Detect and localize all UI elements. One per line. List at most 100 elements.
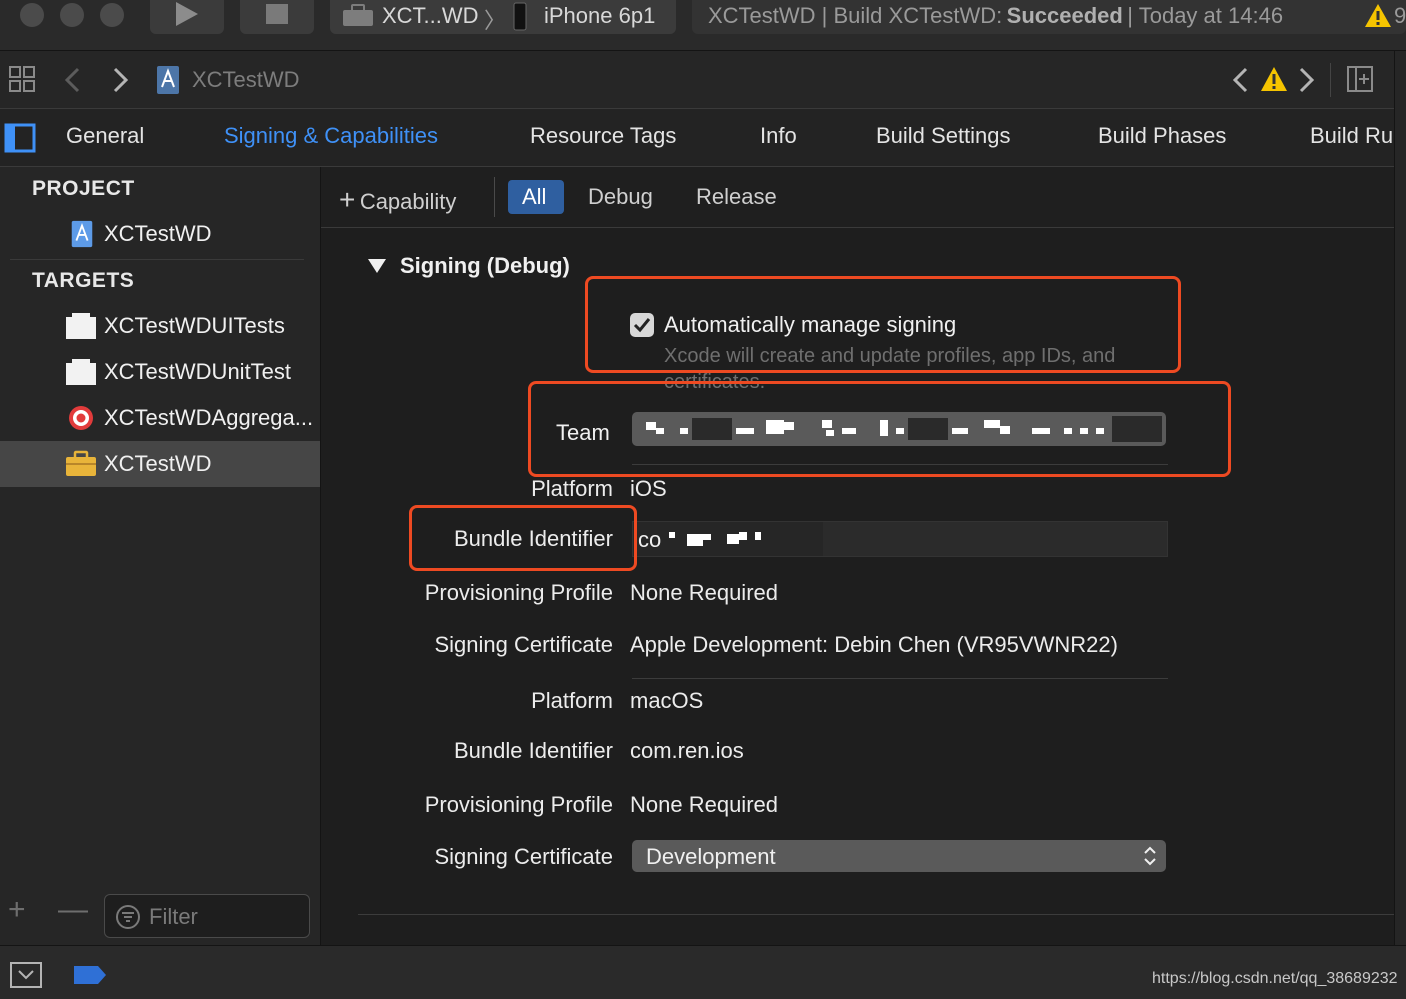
run-button[interactable]	[150, 0, 224, 34]
project-target-sidebar: PROJECT XCTestWD TARGETS XCTestWDUITests…	[0, 167, 321, 945]
sidebar-item-target[interactable]: XCTestWD	[0, 441, 320, 487]
add-capability-button[interactable]: + Capability	[339, 184, 456, 216]
issue-warning-icon[interactable]	[1260, 65, 1288, 93]
ios-platform-label: Platform	[531, 476, 613, 501]
ios-cert-value: Apple Development: Debin Chen (VR95VWNR2…	[630, 632, 1118, 657]
signing-certificate-popup[interactable]: Development	[632, 840, 1166, 872]
project-file-icon	[157, 66, 179, 94]
divider	[358, 914, 1394, 915]
tab-general[interactable]: General	[66, 123, 144, 149]
minimize-window-button[interactable]	[60, 3, 84, 27]
build-status-time: | Today at 14:46	[1127, 3, 1284, 28]
sidebar-item-label: XCTestWD	[104, 221, 212, 246]
signing-certificate-value: Development	[646, 844, 776, 869]
next-issue-icon[interactable]	[1296, 67, 1318, 93]
filter-icon	[116, 905, 140, 929]
macos-platform-value: macOS	[630, 688, 704, 713]
inspector-edge	[1394, 51, 1406, 945]
aggregate-target-icon	[69, 406, 93, 430]
sidebar-item-label: XCTestWD	[104, 451, 212, 476]
breakpoints-icon[interactable]	[72, 964, 108, 986]
sidebar-item-target[interactable]: XCTestWDUITests	[0, 303, 320, 349]
editor-tab-bar: General Signing & Capabilities Resource …	[0, 109, 1406, 167]
scheme-name[interactable]: XCT...WD	[382, 3, 479, 29]
sidebar-item-target[interactable]: XCTestWDAggrega...	[0, 395, 320, 441]
sidebar-item-label: XCTestWDUITests	[104, 313, 285, 338]
stop-button[interactable]	[240, 0, 314, 34]
ios-bundle-value: co	[638, 527, 662, 552]
scheme-icon	[343, 4, 373, 26]
ios-profile-label: Provisioning Profile	[424, 580, 613, 605]
redacted-bundle-suffix	[669, 532, 761, 546]
build-status-result: Succeeded	[1006, 3, 1123, 28]
add-editor-icon[interactable]	[1346, 65, 1374, 93]
hide-sidebar-icon[interactable]	[4, 123, 36, 153]
related-items-icon[interactable]	[8, 65, 36, 93]
app-target-icon	[66, 450, 96, 476]
previous-issue-icon[interactable]	[1230, 67, 1252, 93]
warning-count: 9	[1394, 3, 1406, 28]
highlight-box	[409, 505, 637, 571]
add-capability-label: Capability	[359, 189, 457, 214]
macos-profile-label: Provisioning Profile	[424, 792, 613, 817]
filter-placeholder: Filter	[149, 904, 198, 929]
debug-bar: https://blog.csdn.net/qq_38689232	[0, 945, 1406, 999]
section-title: Signing (Debug)	[400, 253, 570, 278]
scheme-selector[interactable]: XCT...WD 〉 iPhone 6p1	[330, 0, 676, 34]
sidebar-item-target[interactable]: XCTestWDUnitTest	[0, 349, 320, 395]
tab-build-settings[interactable]: Build Settings	[876, 123, 1011, 149]
back-arrow-icon[interactable]	[62, 67, 84, 93]
iphone-icon	[513, 2, 527, 31]
tab-signing-capabilities[interactable]: Signing & Capabilities	[224, 123, 438, 149]
filter-all-label: All	[522, 184, 547, 209]
chevron-right-icon: 〉	[484, 8, 507, 33]
sidebar-item-label: XCTestWDAggrega...	[104, 405, 314, 430]
forward-arrow-icon[interactable]	[110, 67, 132, 93]
popup-updown-icon	[1144, 846, 1156, 866]
device-name[interactable]: iPhone 6p1	[544, 3, 655, 29]
jump-bar: XCTestWD	[0, 51, 1406, 109]
sidebar-item-project[interactable]: XCTestWD	[0, 211, 320, 257]
watermark-text: https://blog.csdn.net/qq_38689232	[1152, 970, 1398, 987]
ios-bundle-field[interactable]: co	[632, 521, 1168, 557]
disclosure-triangle-icon[interactable]	[366, 257, 388, 275]
breadcrumb-project[interactable]: XCTestWD	[192, 67, 300, 93]
filter-release-button[interactable]: Release	[696, 184, 777, 210]
build-status-text: XCTestWD | Build XCTestWD:	[708, 3, 1003, 28]
tab-info[interactable]: Info	[760, 123, 797, 149]
window-toolbar: XCT...WD 〉 iPhone 6p1 XCTestWD | Build X…	[0, 0, 1406, 51]
macos-cert-label: Signing Certificate	[434, 844, 613, 869]
ios-platform-value: iOS	[630, 476, 667, 501]
add-target-button[interactable]: +	[8, 893, 26, 927]
filter-debug-button[interactable]: Debug	[588, 184, 653, 210]
highlight-box	[528, 381, 1231, 477]
tab-resource-tags[interactable]: Resource Tags	[530, 123, 676, 149]
filter-all-button[interactable]: All	[508, 180, 564, 214]
tab-build-rules[interactable]: Build Ru	[1310, 123, 1394, 149]
close-window-button[interactable]	[20, 3, 44, 27]
sidebar-item-label: XCTestWDUnitTest	[104, 359, 292, 384]
macos-bundle-value: com.ren.ios	[630, 738, 744, 763]
targets-section-header: TARGETS	[32, 269, 135, 292]
tab-build-phases[interactable]: Build Phases	[1098, 123, 1226, 149]
project-section-header: PROJECT	[32, 177, 135, 200]
test-bundle-icon	[66, 313, 96, 339]
divider	[632, 678, 1168, 679]
target-filter-field[interactable]: Filter	[104, 894, 310, 938]
hide-debug-area-icon[interactable]	[10, 962, 42, 988]
macos-profile-value: None Required	[630, 792, 778, 817]
macos-platform-label: Platform	[531, 688, 613, 713]
project-file-icon	[71, 220, 93, 248]
warning-icon[interactable]	[1364, 2, 1392, 28]
macos-bundle-label: Bundle Identifier	[454, 738, 613, 763]
stop-icon	[266, 4, 288, 24]
activity-viewer: XCTestWD | Build XCTestWD: Succeeded | T…	[692, 0, 1406, 34]
capability-filter-bar: + Capability All Debug Release	[321, 167, 1394, 228]
remove-target-button[interactable]: —	[58, 893, 88, 927]
ios-profile-value: None Required	[630, 580, 778, 605]
zoom-window-button[interactable]	[100, 3, 124, 27]
play-icon	[176, 2, 198, 26]
highlight-box	[585, 276, 1181, 373]
plus-icon: +	[339, 184, 356, 215]
ios-cert-label: Signing Certificate	[434, 632, 613, 657]
